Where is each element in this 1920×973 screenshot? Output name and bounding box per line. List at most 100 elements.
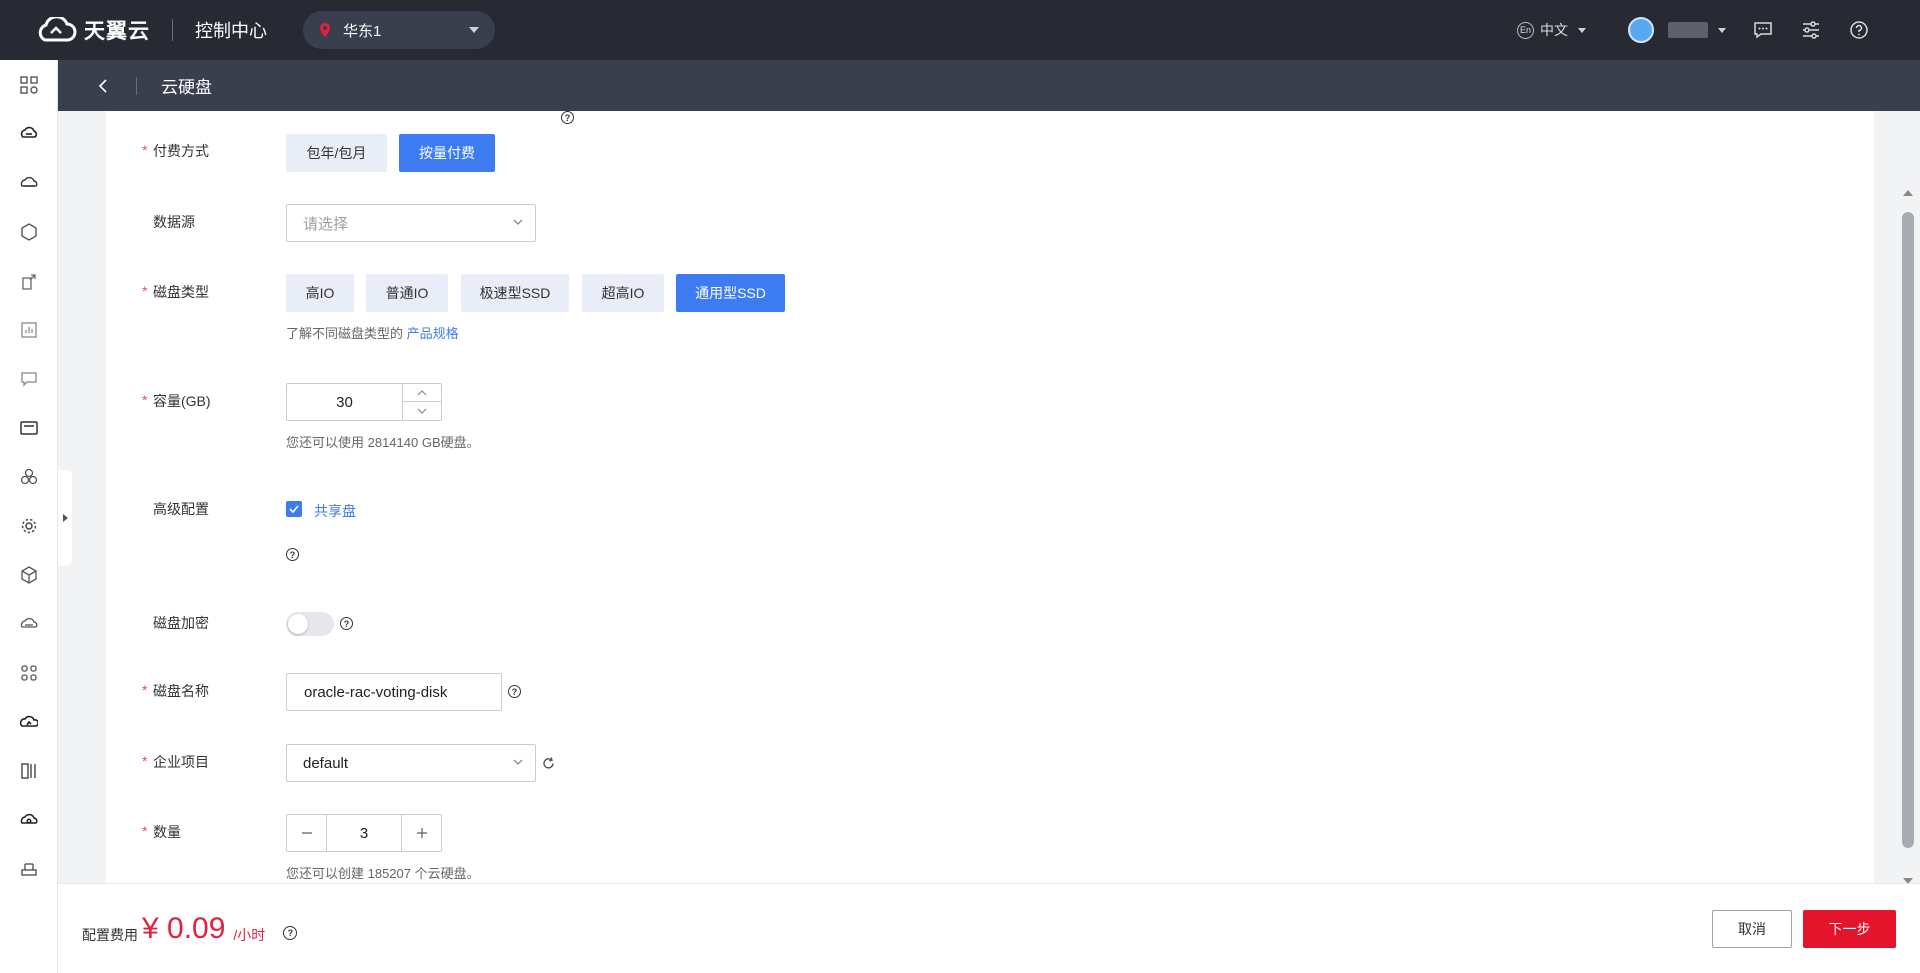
language-selector[interactable]: En 中文 xyxy=(1517,20,1586,40)
toggle-knob xyxy=(288,614,308,634)
datasource-placeholder: 请选择 xyxy=(303,215,349,233)
capacity-increment[interactable] xyxy=(403,384,441,402)
next-step-button[interactable]: 下一步 xyxy=(1803,910,1896,948)
cost-label: 配置费用 xyxy=(82,926,138,943)
shared-disk-checkbox[interactable] xyxy=(286,501,302,517)
chevron-left-icon xyxy=(98,78,107,93)
capacity-decrement[interactable] xyxy=(403,402,441,420)
chevron-down-icon xyxy=(469,27,479,33)
settings-gear-icon[interactable] xyxy=(18,515,40,537)
create-disk-form: * 付费方式 包年/包月 按量付费 数据源 请选择 * 磁盘类型 高IO 普通IO … xyxy=(106,111,1874,883)
help-icon[interactable]: ? xyxy=(340,617,353,630)
encryption-label: 磁盘加密 xyxy=(153,615,209,631)
capacity-stepper[interactable]: 30 xyxy=(286,383,442,421)
cost-unit: /小时 xyxy=(233,926,266,943)
refresh-icon[interactable] xyxy=(542,757,555,770)
disk-type-extreme-ssd[interactable]: 极速型SSD xyxy=(461,274,569,312)
username-redacted[interactable] xyxy=(1668,22,1708,38)
capacity-input[interactable]: 30 xyxy=(287,384,402,420)
disk-name-input[interactable]: oracle-rac-voting-disk xyxy=(286,673,502,711)
disk-type-hint: 了解不同磁盘类型的 产品规格 xyxy=(286,326,459,341)
disk-type-high-io[interactable]: 高IO xyxy=(286,274,354,312)
page-header: 云硬盘 xyxy=(58,60,1920,111)
cost-price: ¥ 0.09 xyxy=(142,911,226,945)
quantity-increment[interactable] xyxy=(402,815,441,851)
cluster-icon[interactable] xyxy=(18,466,40,488)
caret-right-icon xyxy=(62,514,68,522)
cloud-host-icon[interactable] xyxy=(18,417,40,439)
chevron-down-icon xyxy=(513,759,523,765)
sidebar-collapse-toggle[interactable] xyxy=(58,470,72,566)
chevron-down-icon xyxy=(513,219,523,225)
scroll-up-icon[interactable] xyxy=(1903,190,1913,196)
cloud-storage-icon[interactable] xyxy=(18,613,40,635)
project-label: * 企业项目 xyxy=(142,753,209,770)
footer-bar: 配置费用 ¥ 0.09 /小时 ? 取消 下一步 xyxy=(58,883,1920,973)
shared-disk-label[interactable]: 共享盘 xyxy=(314,501,356,521)
encryption-toggle[interactable] xyxy=(286,612,334,636)
cloud-server-icon[interactable] xyxy=(18,123,40,145)
capacity-hint: 您还可以使用 2814140 GB硬盘。 xyxy=(286,435,480,450)
cube-icon[interactable] xyxy=(18,221,40,243)
help-icon[interactable]: ? xyxy=(561,111,574,124)
left-sidebar xyxy=(0,60,58,973)
help-icon[interactable] xyxy=(1848,19,1870,41)
quantity-label: * 数量 xyxy=(142,823,181,840)
message-icon[interactable] xyxy=(1752,19,1774,41)
scrollbar-thumb[interactable] xyxy=(1902,212,1914,848)
project-select[interactable]: default xyxy=(286,744,536,782)
disk-type-ultra-high-io[interactable]: 超高IO xyxy=(582,274,664,312)
quantity-hint: 您还可以创建 185207 个云硬盘。 xyxy=(286,866,480,881)
capacity-label: * 容量(GB) xyxy=(142,392,211,409)
database-icon[interactable] xyxy=(18,858,40,880)
elastic-ip-icon[interactable] xyxy=(18,270,40,292)
chevron-up-icon xyxy=(417,389,427,395)
chevron-down-icon xyxy=(417,408,427,414)
avatar[interactable] xyxy=(1628,17,1654,43)
advanced-label: 高级配置 xyxy=(153,501,209,517)
cloud-disk-icon[interactable] xyxy=(18,172,40,194)
billing-option-yearly[interactable]: 包年/包月 xyxy=(286,134,387,172)
product-spec-link[interactable]: 产品规格 xyxy=(407,326,459,341)
datasource-label: 数据源 xyxy=(153,214,195,230)
page-title: 云硬盘 xyxy=(161,78,212,97)
box-icon[interactable] xyxy=(18,564,40,586)
cloud-backup-icon[interactable] xyxy=(18,809,40,831)
monitor-chart-icon[interactable] xyxy=(18,319,40,341)
help-icon[interactable]: ? xyxy=(283,925,298,940)
check-icon xyxy=(289,505,299,513)
quantity-stepper[interactable]: 3 xyxy=(286,814,442,852)
dashboard-icon[interactable] xyxy=(18,74,40,96)
cloud-sync-icon[interactable] xyxy=(18,711,40,733)
disk-type-label: * 磁盘类型 xyxy=(142,283,209,300)
quantity-decrement[interactable] xyxy=(287,815,326,851)
network-icon[interactable] xyxy=(18,662,40,684)
location-pin-icon xyxy=(320,23,330,37)
disk-type-general-ssd[interactable]: 通用型SSD xyxy=(676,274,785,312)
language-label: 中文 xyxy=(1540,22,1568,38)
logo-divider xyxy=(172,19,173,41)
header-divider xyxy=(136,76,137,95)
cloud-logo-icon xyxy=(38,17,77,42)
console-title[interactable]: 控制中心 xyxy=(195,17,267,43)
logo[interactable]: 天翼云 xyxy=(34,15,150,45)
minus-icon xyxy=(301,832,312,834)
billing-option-pay-as-you-go[interactable]: 按量付费 xyxy=(399,134,495,172)
plus-icon xyxy=(416,828,427,838)
datasource-select[interactable]: 请选择 xyxy=(286,204,536,242)
sliders-icon[interactable] xyxy=(1800,19,1822,41)
globe-en-icon: En xyxy=(1517,21,1534,39)
disk-type-normal-io[interactable]: 普通IO xyxy=(366,274,448,312)
help-icon[interactable]: ? xyxy=(508,685,521,698)
message-icon[interactable] xyxy=(18,368,40,390)
back-button[interactable] xyxy=(94,77,112,95)
chevron-down-icon[interactable] xyxy=(1718,27,1726,33)
help-icon[interactable]: ? xyxy=(286,548,299,561)
region-name: 华东1 xyxy=(343,22,382,40)
chevron-down-icon xyxy=(1578,27,1586,33)
region-selector[interactable]: 华东1 xyxy=(303,11,495,49)
rack-icon[interactable] xyxy=(18,760,40,782)
cancel-button[interactable]: 取消 xyxy=(1712,910,1792,948)
quantity-input[interactable]: 3 xyxy=(327,815,401,851)
top-navbar: 天翼云 控制中心 华东1 En 中文 xyxy=(0,0,1920,60)
